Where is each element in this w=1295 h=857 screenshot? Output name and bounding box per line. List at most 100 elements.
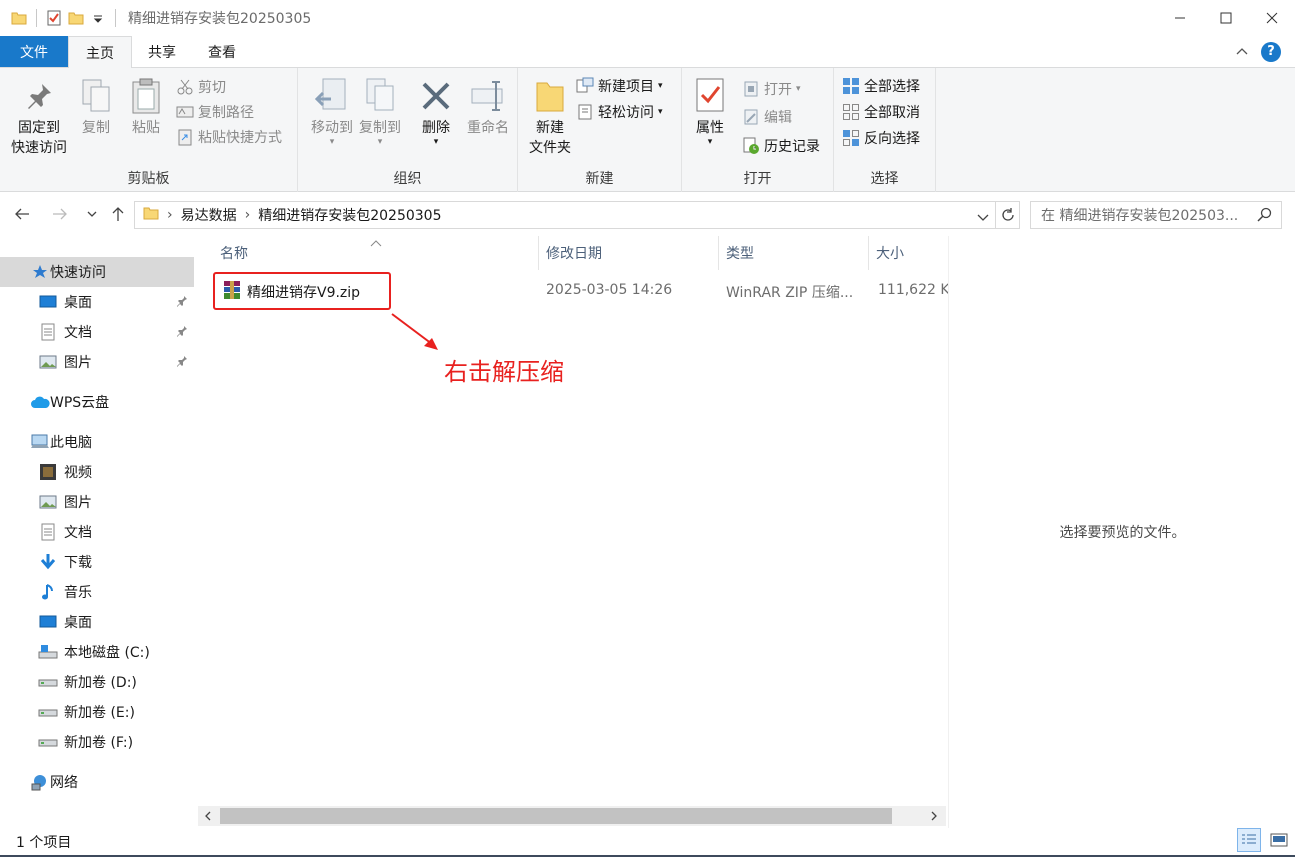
nav-item-label: 图片	[64, 355, 92, 371]
nav-item-network[interactable]: 网络	[0, 767, 194, 797]
scroll-left-icon[interactable]	[200, 808, 216, 824]
large-icons-view-button[interactable]	[1267, 828, 1291, 852]
nav-item-this-pc[interactable]: 此电脑	[0, 427, 194, 457]
maximize-button[interactable]	[1203, 0, 1249, 36]
delete-button[interactable]: 删除 ▾	[414, 76, 458, 147]
edit-button[interactable]: 编辑	[742, 106, 792, 128]
tab-share[interactable]: 共享	[132, 36, 192, 67]
tab-view[interactable]: 查看	[192, 36, 252, 67]
up-button[interactable]	[106, 202, 130, 226]
address-dropdown-icon[interactable]	[977, 210, 989, 226]
tab-file[interactable]: 文件	[0, 36, 68, 67]
nav-item-documents[interactable]: 文档	[0, 317, 194, 347]
invert-selection-button[interactable]: 反向选择	[842, 127, 920, 149]
breadcrumb-item[interactable]: 易达数据	[181, 205, 237, 225]
nav-item-label: 图片	[64, 495, 92, 511]
rename-label: 重命名	[467, 120, 509, 136]
scroll-right-icon[interactable]	[926, 808, 942, 824]
column-header-name[interactable]: 名称	[220, 236, 248, 270]
folder-icon	[8, 7, 30, 29]
system-drive-icon	[38, 642, 58, 662]
nav-item-label: 视频	[64, 465, 92, 481]
new-folder-icon[interactable]	[65, 7, 87, 29]
breadcrumb-separator-icon[interactable]: ›	[167, 207, 173, 223]
nav-item-desktop-pc[interactable]: 桌面	[0, 607, 194, 637]
pin-quick-access-button[interactable]: 固定到 快速访问	[6, 76, 72, 158]
paste-shortcut-button[interactable]: 粘贴快捷方式	[176, 126, 282, 148]
nav-item-pictures-pc[interactable]: 图片	[0, 487, 194, 517]
collapse-ribbon-icon[interactable]	[1235, 44, 1249, 60]
nav-item-downloads[interactable]: 下载	[0, 547, 194, 577]
copy-to-button[interactable]: 复制到 ▾	[352, 76, 408, 147]
breadcrumb-separator-icon[interactable]: ›	[245, 207, 251, 223]
nav-item-pictures[interactable]: 图片	[0, 347, 194, 377]
properties-icon[interactable]	[43, 7, 65, 29]
scrollbar-thumb[interactable]	[220, 808, 892, 824]
pin-icon[interactable]	[176, 295, 188, 311]
recent-locations-button[interactable]	[80, 202, 104, 226]
nav-item-drive-f[interactable]: 新加卷 (F:)	[0, 727, 194, 757]
horizontal-scrollbar[interactable]	[198, 806, 946, 826]
rename-button[interactable]: 重命名	[460, 76, 516, 138]
select-all-button[interactable]: 全部选择	[842, 75, 920, 97]
nav-item-quick-access[interactable]: 快速访问	[0, 257, 194, 287]
history-button[interactable]: 历史记录	[742, 135, 820, 157]
nav-item-desktop[interactable]: 桌面	[0, 287, 194, 317]
column-header-type[interactable]: 类型	[726, 236, 754, 270]
nav-item-drive-e[interactable]: 新加卷 (E:)	[0, 697, 194, 727]
help-icon[interactable]: ?	[1261, 41, 1281, 62]
column-divider[interactable]	[868, 236, 869, 270]
copy-button[interactable]: 复制	[76, 76, 116, 138]
annotation-highlight-box	[213, 272, 391, 310]
customize-toolbar-icon[interactable]	[87, 7, 109, 29]
new-folder-button[interactable]: 新建 文件夹	[522, 76, 578, 158]
new-item-button[interactable]: 新建项目 ▾	[576, 75, 663, 97]
nav-item-label: 桌面	[64, 615, 92, 631]
breadcrumb-item[interactable]: 精细进销存安装包20250305	[258, 205, 441, 225]
clipboard-group-label: 剪贴板	[127, 171, 170, 187]
select-none-button[interactable]: 全部取消	[842, 101, 920, 123]
pin-icon[interactable]	[176, 325, 188, 341]
music-note-icon	[38, 582, 58, 602]
document-icon	[38, 322, 58, 342]
nav-item-drive-c[interactable]: 本地磁盘 (C:)	[0, 637, 194, 667]
easy-access-button[interactable]: 轻松访问 ▾	[576, 101, 663, 123]
open-group: 属性 ▾ 打开 ▾ 编辑 历史记录 打开	[682, 68, 834, 192]
open-label: 打开	[764, 82, 792, 98]
nav-item-drive-d[interactable]: 新加卷 (D:)	[0, 667, 194, 697]
nav-item-label: 此电脑	[50, 435, 92, 451]
network-icon	[30, 772, 50, 792]
nav-item-music[interactable]: 音乐	[0, 577, 194, 607]
paste-button[interactable]: 粘贴	[124, 76, 168, 138]
forward-button[interactable]	[48, 202, 72, 226]
close-button[interactable]	[1249, 0, 1295, 36]
status-bar: 1 个项目	[0, 828, 1295, 857]
address-bar[interactable]: › 易达数据 › 精细进销存安装包20250305	[134, 201, 996, 229]
nav-item-label: 新加卷 (E:)	[64, 705, 135, 721]
copy-path-button[interactable]: 复制路径	[176, 101, 254, 123]
tab-home[interactable]: 主页	[68, 36, 132, 68]
cut-label: 剪切	[198, 80, 226, 96]
easy-access-icon	[576, 103, 594, 121]
properties-button[interactable]: 属性 ▾	[686, 76, 734, 147]
nav-item-wps-cloud[interactable]: WPS云盘	[0, 387, 194, 417]
nav-item-documents-pc[interactable]: 文档	[0, 517, 194, 547]
folder-icon	[143, 205, 159, 225]
minimize-button[interactable]	[1157, 0, 1203, 36]
search-input[interactable]: 在 精细进销存安装包202503...	[1030, 201, 1282, 229]
pin-icon[interactable]	[176, 355, 188, 371]
nav-item-videos[interactable]: 视频	[0, 457, 194, 487]
column-header-date[interactable]: 修改日期	[546, 236, 602, 270]
delete-x-icon	[416, 76, 456, 116]
separator	[36, 9, 37, 27]
column-header-size[interactable]: 大小	[876, 236, 904, 270]
open-button[interactable]: 打开 ▾	[742, 78, 801, 100]
refresh-button[interactable]	[996, 201, 1020, 229]
back-button[interactable]	[10, 202, 34, 226]
column-divider[interactable]	[718, 236, 719, 270]
cut-button[interactable]: 剪切	[176, 76, 226, 98]
drive-icon	[38, 702, 58, 722]
column-divider[interactable]	[538, 236, 539, 270]
nav-item-label: 网络	[50, 775, 78, 791]
details-view-button[interactable]	[1237, 828, 1261, 852]
